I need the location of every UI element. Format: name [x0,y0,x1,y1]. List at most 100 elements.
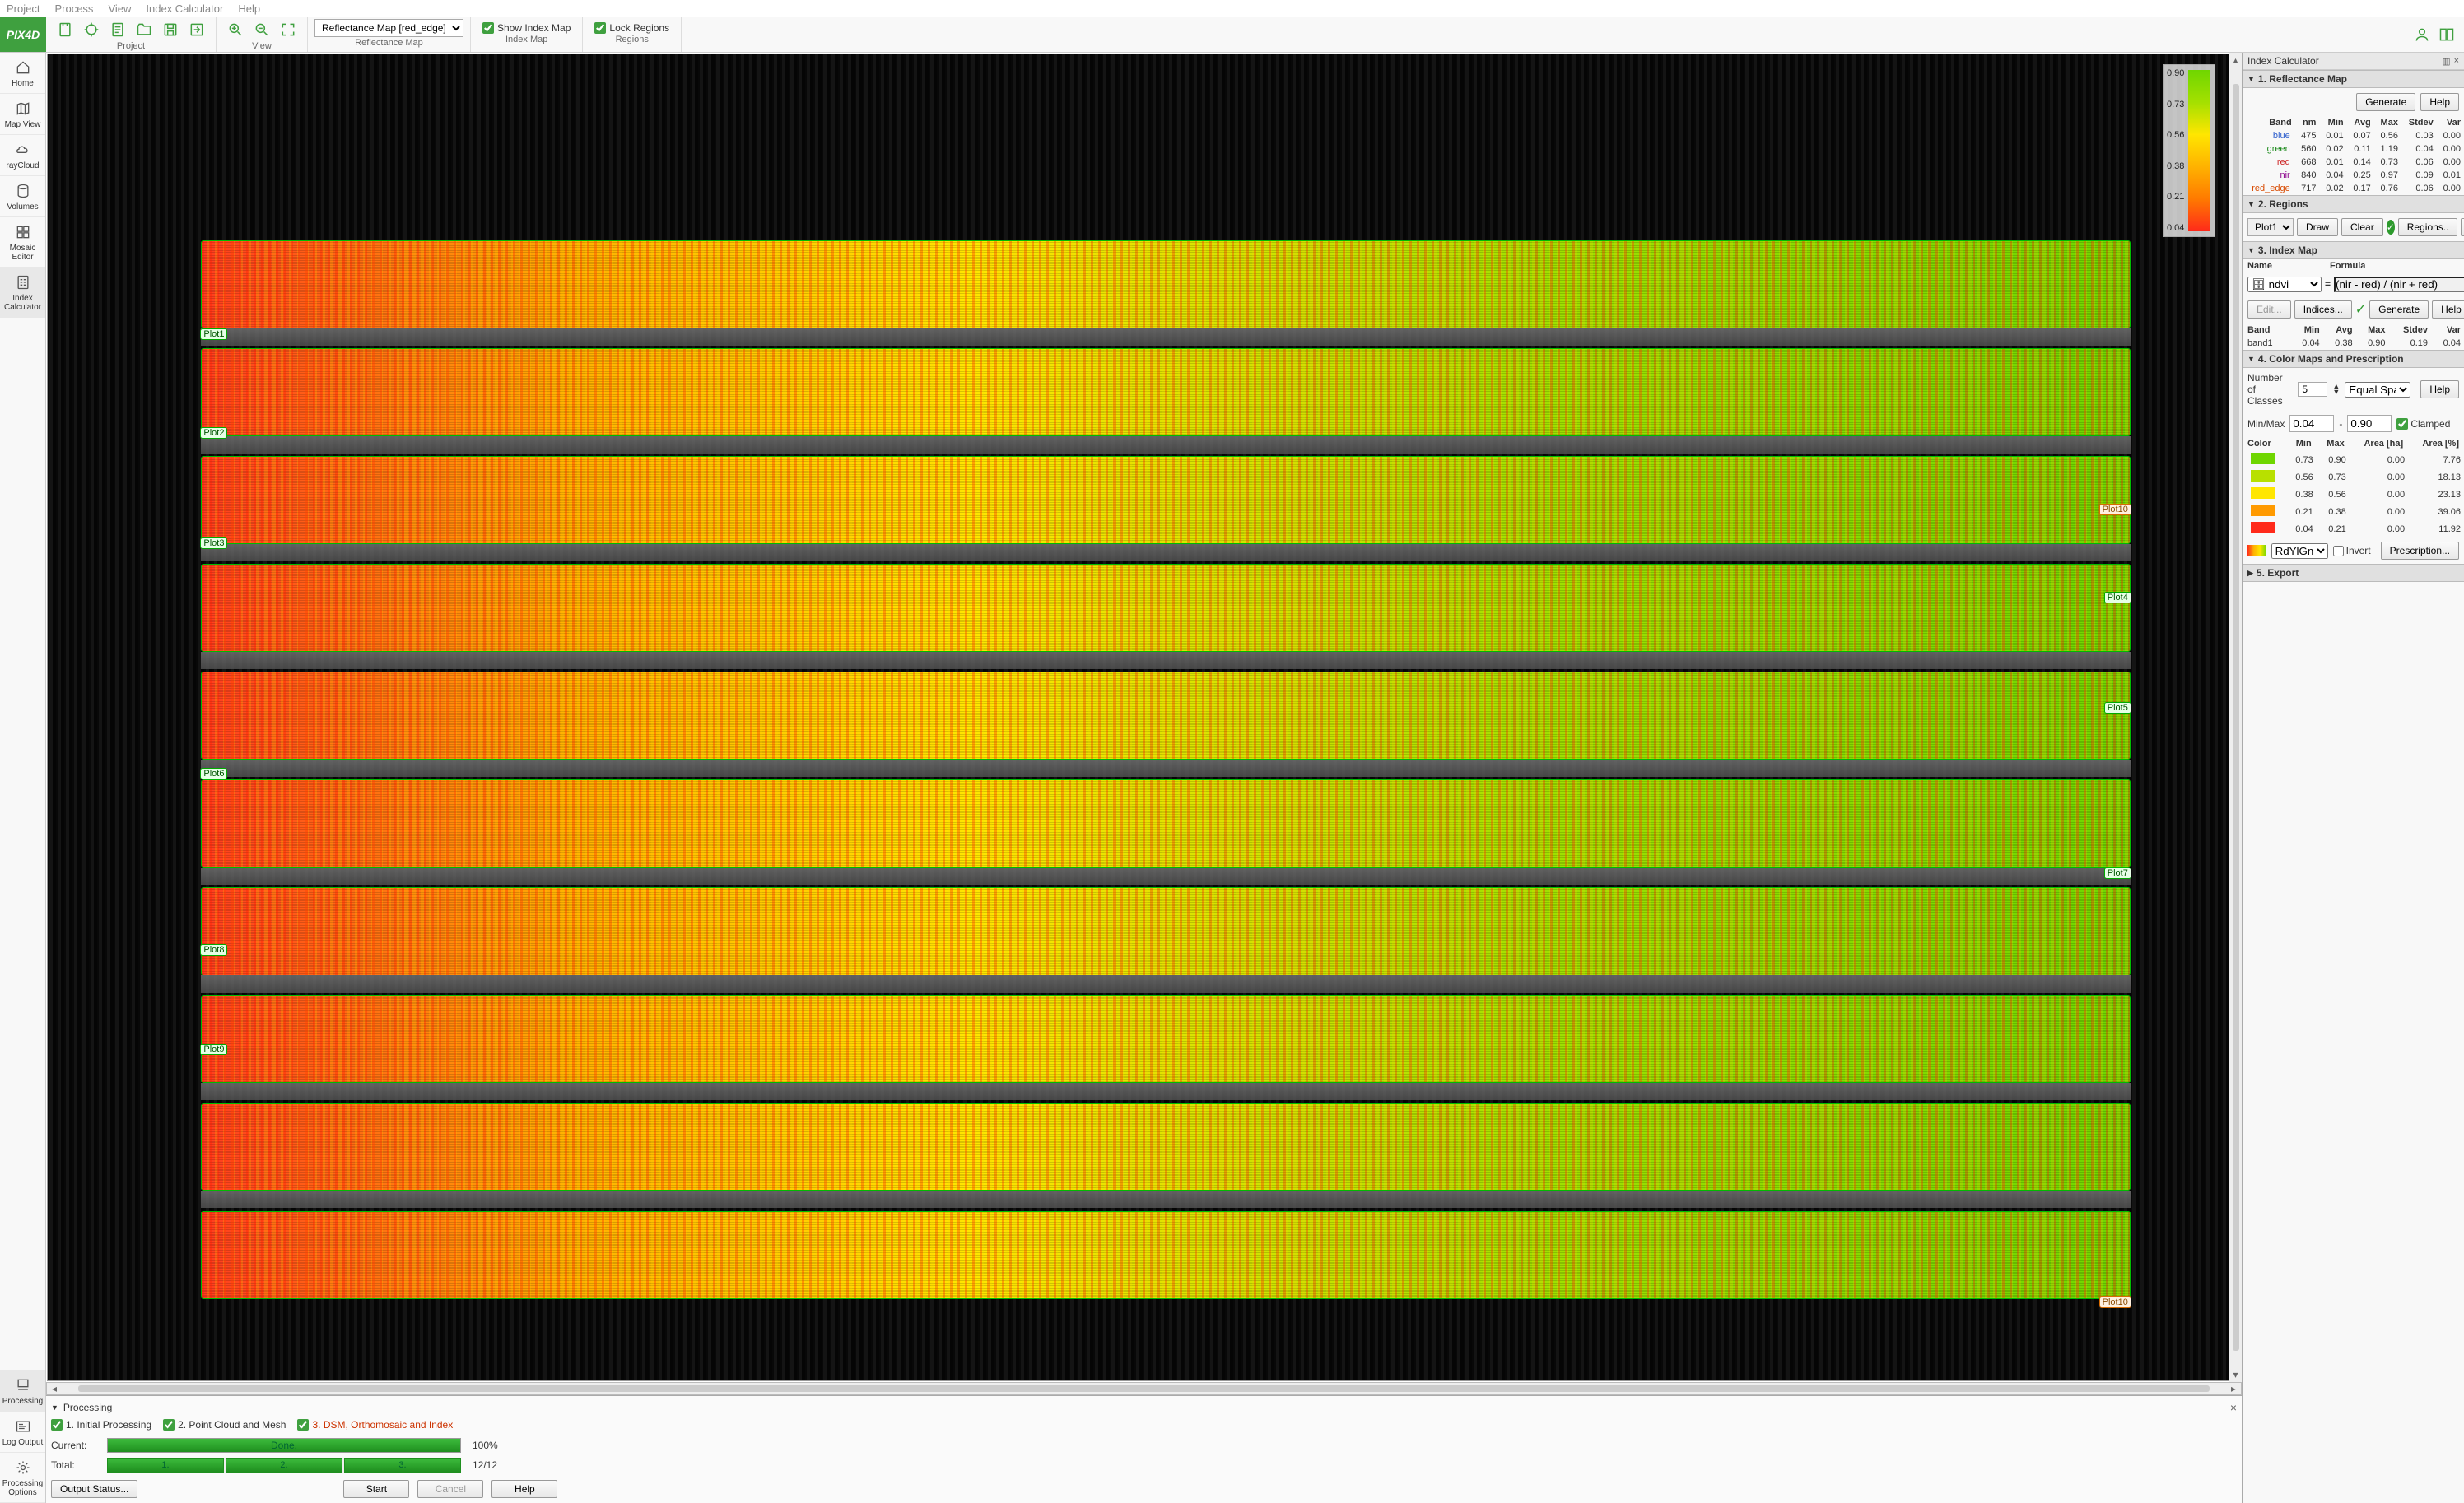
section-colormaps[interactable]: ▼4. Color Maps and Prescription [2243,350,2464,368]
plot-tag[interactable]: Plot10 [2099,504,2131,515]
step-3-check[interactable]: 3. DSM, Orthomosaic and Index [297,1419,453,1431]
output-status-button[interactable]: Output Status... [51,1480,137,1498]
sidebar-item-procoptions[interactable]: Processing Options [0,1453,45,1503]
help-button[interactable]: Help [2420,380,2459,398]
reflectance-map-select[interactable]: Reflectance Map [red_edge] [314,19,463,37]
min-input[interactable] [2289,415,2334,432]
user-icon[interactable] [2413,26,2431,44]
sidebar-item-mosaic[interactable]: Mosaic Editor [0,217,45,268]
save-icon[interactable] [161,21,179,39]
plot-tag[interactable]: Plot9 [200,1044,227,1055]
prescription-button[interactable]: Prescription... [2381,542,2459,560]
caret-down-icon: ▼ [2247,246,2255,254]
sidebar-item-mapview[interactable]: Map View [0,94,45,135]
plot-tag[interactable]: Plot1 [200,328,227,340]
cell: 0.00 [2350,503,2408,520]
cell: 39.06 [2408,503,2464,520]
indices-button[interactable]: Indices... [2294,300,2352,319]
plot-tag[interactable]: Plot2 [200,427,227,439]
row-gap [201,652,2130,669]
undock-icon[interactable]: ▥ [2442,56,2450,67]
plot-tag[interactable]: Plot7 [2104,868,2131,879]
plot-tag[interactable]: Plot5 [2104,702,2131,714]
plot-tag[interactable]: Plot8 [200,944,227,956]
edit-button[interactable]: Edit... [2247,300,2291,319]
section-export[interactable]: ▶5. Export [2243,564,2464,582]
new-project-icon[interactable] [56,21,74,39]
sidebar-item-volumes[interactable]: Volumes [0,176,45,217]
panel-close-icon[interactable]: × [2454,56,2459,67]
zoom-in-icon[interactable] [226,21,245,39]
palette-select[interactable]: RdYlGn [2271,543,2328,559]
current-label: Current: [51,1440,100,1451]
sidebar-item-indexcalc[interactable]: Index Calculator [0,268,45,318]
cell: 0.07 [2347,129,2374,142]
spinner-arrows[interactable]: ▲▼ [2332,384,2340,395]
invert-check[interactable] [2333,546,2344,556]
th: Stdev [2401,116,2437,129]
draw-button[interactable]: Draw [2297,218,2338,236]
step-3-label: 3. DSM, Orthomosaic and Index [312,1419,453,1431]
sidebar-item-logoutput[interactable]: Log Output [0,1412,45,1453]
help-button[interactable]: Help [491,1480,557,1498]
plot-tag[interactable]: Plot6 [200,768,227,779]
minmax-label: Min/Max [2247,418,2285,430]
cell: 0.25 [2347,169,2374,182]
cell: 0.38 [2317,503,2350,520]
target-icon[interactable] [82,21,100,39]
help-button[interactable]: Help [2461,218,2464,236]
index-name-select[interactable]: 🗄 ndvi [2247,277,2322,292]
table-row: 0.730.900.007.76 [2243,451,2464,468]
section-index-map[interactable]: ▼3. Index Map [2243,241,2464,259]
menu-project[interactable]: Project [7,2,40,15]
report-icon[interactable] [109,21,127,39]
menu-help[interactable]: Help [238,2,260,15]
close-icon[interactable]: × [2230,1401,2237,1414]
start-button[interactable]: Start [343,1480,409,1498]
sidebar-item-processing[interactable]: Processing [0,1370,45,1412]
regions-button[interactable]: Regions.. [2398,218,2458,236]
cancel-button[interactable]: Cancel [417,1480,483,1498]
spacing-select[interactable]: Equal Spac [2345,382,2410,398]
app-logo: PIX4D [0,17,46,52]
sidebar-item-home[interactable]: Home [0,53,45,94]
vertical-scrollbar[interactable]: ▴▾ [2229,53,2242,1382]
formula-input[interactable] [2334,277,2464,292]
step-2-check[interactable]: 2. Point Cloud and Mesh [163,1419,286,1431]
toolbar-group-indexmap: Show Index Map Index Map [471,17,583,52]
cell: 0.00 [2437,142,2464,156]
toolbar-label-reflectance: Reflectance Map [355,38,423,48]
section-reflectance-map[interactable]: ▼1. Reflectance Map [2243,70,2464,88]
plot-tag[interactable]: Plot4 [2104,592,2131,603]
plot-tag[interactable]: Plot3 [200,537,227,549]
section-regions[interactable]: ▼2. Regions [2243,195,2464,213]
caret-down-icon[interactable]: ▼ [51,1403,58,1412]
fit-icon[interactable] [279,21,297,39]
menu-index-calculator[interactable]: Index Calculator [146,2,223,15]
help-button[interactable]: Help [2420,93,2459,111]
sidebar-item-raycloud[interactable]: rayCloud [0,135,45,176]
open-folder-icon[interactable] [135,21,153,39]
horizontal-scrollbar[interactable]: ◂▸ [46,1382,2242,1395]
max-input[interactable] [2347,415,2392,432]
clamped-check[interactable] [2396,418,2408,430]
plot-select[interactable]: Plot1 [2247,218,2294,236]
show-index-map-check[interactable] [482,22,494,34]
step-1-check[interactable]: 1. Initial Processing [51,1419,151,1431]
help-button[interactable]: Help [2432,300,2464,319]
crop-row [201,1211,2130,1299]
menu-process[interactable]: Process [54,2,93,15]
export-icon[interactable] [188,21,206,39]
clear-button[interactable]: Clear [2341,218,2383,236]
zoom-out-icon[interactable] [253,21,271,39]
layout-icon[interactable] [2438,26,2456,44]
generate-index-button[interactable]: Generate [2369,300,2429,319]
menu-view[interactable]: View [108,2,131,15]
map-canvas[interactable]: Plot1 Plot2 Plot3 Plot4 Plot5 Plot6 Plot7 Plot8… [47,54,2241,1381]
cell: 0.01 [2319,129,2346,142]
generate-button[interactable]: Generate [2356,93,2415,111]
plot-tag[interactable]: Plot10 [2099,1296,2131,1308]
numclasses-input[interactable] [2298,382,2327,397]
lock-regions-check[interactable] [594,22,606,34]
toolbar-group-reflectance: Reflectance Map [red_edge] Reflectance M… [308,17,471,52]
